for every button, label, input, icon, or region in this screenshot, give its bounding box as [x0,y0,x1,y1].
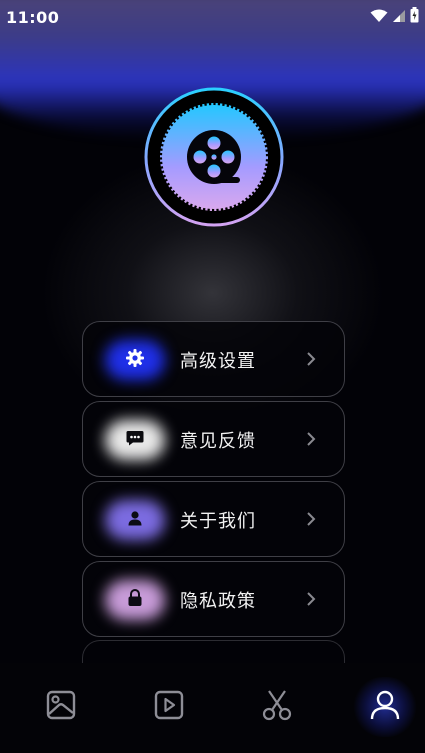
chevron-right-icon [306,431,316,451]
cell-signal-icon [392,8,406,27]
nav-tab-video[interactable] [149,687,189,727]
film-reel-icon [187,130,241,184]
image-icon [46,690,76,724]
bottom-nav [0,663,425,753]
menu-item-label: 关于我们 [180,511,256,532]
video-play-icon [154,690,184,724]
battery-icon [410,7,419,27]
menu-item-label: 隐私政策 [180,591,256,612]
nav-tab-profile[interactable] [365,687,405,727]
status-time: 11:00 [6,7,60,27]
menu-item-feedback[interactable]: 意见反馈 [82,401,345,477]
person-icon [369,689,401,725]
chevron-right-icon [306,511,316,531]
menu-item-privacy-policy[interactable]: 隐私政策 [82,561,345,637]
menu-item-advanced-settings[interactable]: 高级设置 [82,321,345,397]
nav-tab-edit[interactable] [257,687,297,727]
status-icons [370,7,419,27]
status-bar: 11:00 [0,0,425,34]
chevron-right-icon [306,351,316,371]
wifi-icon [370,8,388,27]
menu-item-label: 意见反馈 [180,431,256,452]
app-logo [143,86,285,228]
chevron-right-icon [306,591,316,611]
menu-item-label: 高级设置 [180,351,256,372]
nav-tab-images[interactable] [41,687,81,727]
scissors-icon [261,689,293,725]
menu-item-about-us[interactable]: 关于我们 [82,481,345,557]
